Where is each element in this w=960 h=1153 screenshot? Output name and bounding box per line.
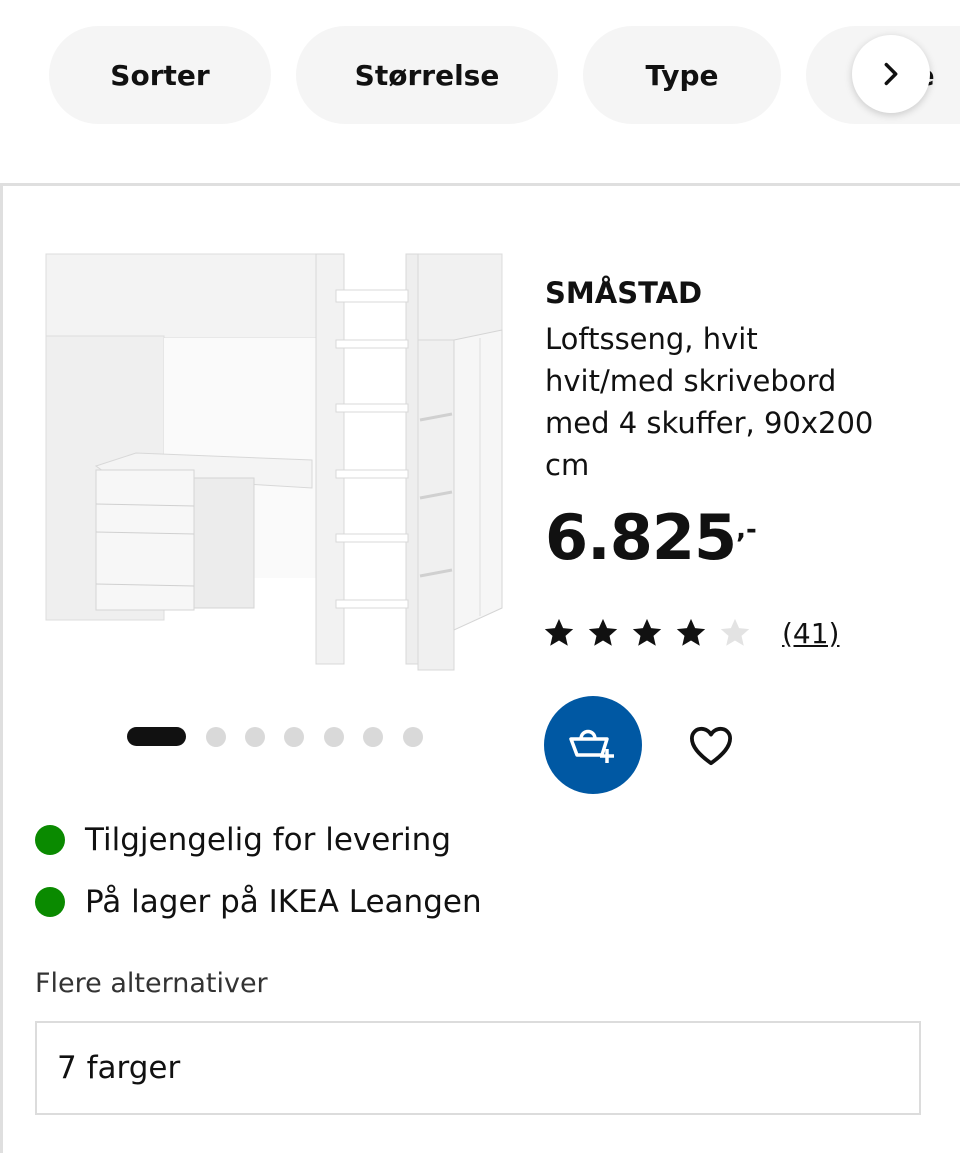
sort-filter-chip[interactable]: Sorter xyxy=(49,26,271,124)
card-top-border xyxy=(0,183,960,186)
loft-bed-with-desk-image[interactable] xyxy=(40,228,515,698)
review-count-link[interactable]: (41) xyxy=(782,617,839,650)
product-rating[interactable]: (41) xyxy=(542,616,839,650)
price-value: 6.825 xyxy=(545,501,737,574)
carousel-dot[interactable] xyxy=(245,727,265,747)
carousel-dot[interactable] xyxy=(363,727,383,747)
color-options-value: 7 farger xyxy=(57,1050,181,1086)
product-brand[interactable]: SMÅSTAD xyxy=(545,276,702,310)
delivery-availability: Tilgjengelig for levering xyxy=(35,822,451,858)
add-to-cart-icon xyxy=(569,729,614,763)
product-description-line: cm xyxy=(545,448,590,482)
type-filter-chip[interactable]: Type xyxy=(583,26,781,124)
favorite-button[interactable] xyxy=(680,715,742,777)
star-filled-icon xyxy=(588,618,618,646)
size-filter-chip[interactable]: Størrelse xyxy=(296,26,558,124)
product-description[interactable]: Loftsseng, hvit hvit/med skrivebord med … xyxy=(545,318,945,486)
filter-bar: Sorter Størrelse Type je xyxy=(0,0,960,185)
star-filled-icon xyxy=(676,618,706,646)
chevron-right-icon xyxy=(884,62,898,86)
more-options-label: Flere alternativer xyxy=(35,968,268,999)
product-description-line: med 4 skuffer, 90x200 xyxy=(545,406,874,440)
store-availability: På lager på IKEA Leangen xyxy=(35,884,482,920)
carousel-dot[interactable] xyxy=(206,727,226,747)
available-status-icon xyxy=(35,825,65,855)
product-description-line: hvit/med skrivebord xyxy=(545,364,837,398)
product-price: 6.825 ,- xyxy=(545,498,757,578)
heart-icon xyxy=(690,726,732,766)
delivery-availability-text: Tilgjengelig for levering xyxy=(85,822,451,858)
star-filled-icon xyxy=(544,618,574,646)
card-left-border xyxy=(0,183,3,1153)
star-empty-icon xyxy=(720,618,750,646)
product-description-line: Loftsseng, hvit xyxy=(545,322,758,356)
carousel-dot[interactable] xyxy=(324,727,344,747)
carousel-dot[interactable] xyxy=(403,727,423,747)
price-suffix: ,- xyxy=(736,515,757,545)
star-filled-icon xyxy=(632,618,662,646)
color-options-selector[interactable]: 7 farger xyxy=(35,1021,921,1115)
available-status-icon xyxy=(35,887,65,917)
carousel-dot[interactable] xyxy=(284,727,304,747)
add-to-cart-button[interactable] xyxy=(544,696,642,794)
carousel-dot-active[interactable] xyxy=(127,727,186,746)
scroll-filters-button[interactable] xyxy=(852,35,930,113)
store-availability-text: På lager på IKEA Leangen xyxy=(85,884,482,920)
